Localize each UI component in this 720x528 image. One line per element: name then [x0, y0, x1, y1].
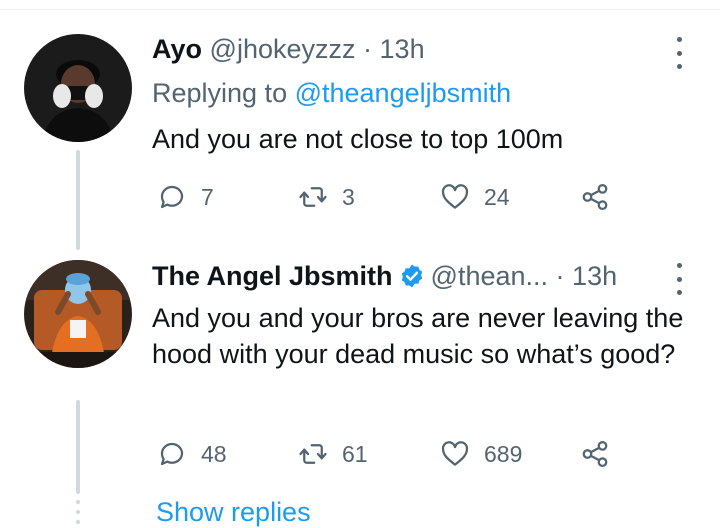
separator-dot: ·	[363, 34, 373, 64]
like-button[interactable]: 689	[440, 434, 522, 474]
share-button[interactable]	[580, 434, 610, 474]
separator-dot: ·	[555, 261, 565, 291]
retweet-button[interactable]: 61	[298, 434, 368, 474]
replying-to: Replying to @theangeljbsmith	[152, 76, 511, 110]
mention-link[interactable]: @theangeljbsmith	[295, 78, 512, 108]
thread-line	[76, 400, 80, 494]
timestamp[interactable]: 13h	[572, 261, 617, 291]
reply-button[interactable]: 7	[157, 177, 214, 217]
top-divider	[0, 9, 720, 10]
reply-icon	[160, 442, 184, 466]
show-replies-link[interactable]: Show replies	[156, 497, 311, 528]
like-icon	[441, 184, 469, 209]
like-button[interactable]: 24	[440, 177, 510, 217]
verified-badge-icon	[401, 264, 422, 288]
retweet-count: 3	[342, 183, 355, 210]
reply-count: 48	[201, 440, 227, 467]
share-button[interactable]	[580, 177, 610, 217]
like-count: 24	[484, 183, 510, 210]
share-icon	[582, 184, 608, 210]
thread-continuation-dots	[74, 500, 82, 524]
avatar-ayo[interactable]	[24, 34, 132, 142]
reply-count: 7	[201, 183, 214, 210]
timestamp[interactable]: 13h	[380, 34, 425, 64]
share-icon	[582, 441, 608, 467]
replying-to-label: Replying to	[152, 78, 295, 108]
tweet-header: Ayo @jhokeyzzz · 13h	[152, 32, 425, 66]
tweet-text: And you and your bros are never leaving …	[152, 303, 684, 369]
more-icon[interactable]	[670, 37, 688, 69]
thread-line	[76, 150, 80, 250]
like-icon	[441, 441, 469, 466]
reply-button[interactable]: 48	[157, 434, 227, 474]
retweet-count: 61	[342, 440, 368, 467]
retweet-icon	[299, 187, 327, 207]
author-handle[interactable]: @jhokeyzzz	[210, 34, 356, 64]
tweet-text: And you are not close to top 100m	[152, 124, 564, 154]
avatar-the-angel-jbsmith[interactable]	[24, 260, 132, 368]
author-handle[interactable]: @thean...	[431, 261, 548, 291]
like-count: 689	[484, 440, 523, 467]
retweet-button[interactable]: 3	[298, 177, 355, 217]
author-name[interactable]: The Angel Jbsmith	[152, 261, 393, 291]
tweet-header: The Angel Jbsmith @thean... · 13h	[152, 259, 617, 293]
more-icon[interactable]	[670, 263, 688, 295]
author-name[interactable]: Ayo	[152, 34, 202, 64]
reply-icon	[160, 185, 184, 209]
retweet-icon	[299, 444, 327, 464]
